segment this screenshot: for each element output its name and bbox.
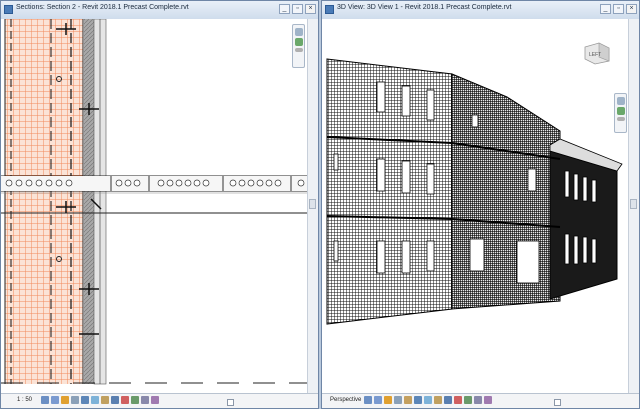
viewcube[interactable]: LEFT <box>583 39 611 65</box>
highlight-displacement-icon[interactable] <box>151 396 159 404</box>
3d-view-canvas[interactable] <box>322 19 629 394</box>
zoom-region-icon[interactable] <box>294 38 303 46</box>
temp-hide-icon[interactable] <box>111 396 119 404</box>
navigation-bar <box>614 93 627 133</box>
steering-wheel-icon[interactable] <box>616 97 625 105</box>
viewcube-face-label: LEFT <box>589 52 601 58</box>
3d-view-window[interactable]: 3D View: 3D View 1 - Revit 2018.1 Precas… <box>321 0 640 409</box>
steering-wheel-icon[interactable] <box>294 28 303 36</box>
section-view-canvas[interactable] <box>1 19 308 394</box>
visual-style-icon[interactable] <box>374 396 382 404</box>
analytical-model-icon[interactable] <box>141 396 149 404</box>
horizontal-scroll-box[interactable] <box>227 399 234 406</box>
section-view-titlebar[interactable]: Sections: Section 2 - Revit 2018.1 Preca… <box>1 1 318 20</box>
reveal-hidden-icon[interactable] <box>454 396 462 404</box>
highlight-displacement-icon[interactable] <box>484 396 492 404</box>
zoom-menu-icon[interactable] <box>294 48 303 52</box>
analytical-model-icon[interactable] <box>474 396 482 404</box>
3d-view-control-bar: Perspective <box>322 393 639 408</box>
shadows-icon[interactable] <box>394 396 402 404</box>
view-scale[interactable]: 1 : 50 <box>17 397 32 403</box>
lock-view-icon[interactable] <box>101 396 109 404</box>
restore-button[interactable]: ▫ <box>292 4 303 14</box>
section-drawing <box>1 19 308 385</box>
sun-path-icon[interactable] <box>384 396 392 404</box>
scroll-thumb[interactable] <box>630 199 637 209</box>
section-view-control-bar: 1 : 50 <box>1 393 318 408</box>
worksharing-icon[interactable] <box>131 396 139 404</box>
crop-region-icon[interactable] <box>414 396 422 404</box>
minimize-button[interactable]: _ <box>600 4 611 14</box>
3d-view-titlebar[interactable]: 3D View: 3D View 1 - Revit 2018.1 Precas… <box>322 1 639 20</box>
section-navigation-bar <box>292 24 305 68</box>
lock-view-icon[interactable] <box>434 396 442 404</box>
render-icon[interactable] <box>404 396 412 404</box>
right-wing <box>549 150 618 300</box>
detail-level-icon[interactable] <box>41 396 49 404</box>
detail-level-icon[interactable] <box>364 396 372 404</box>
3d-view-title: 3D View: 3D View 1 - Revit 2018.1 Precas… <box>337 4 512 11</box>
3d-vertical-scrollbar[interactable] <box>628 19 639 394</box>
revit-3d-view-icon <box>325 5 334 14</box>
scroll-thumb[interactable] <box>309 199 316 209</box>
restore-button[interactable]: ▫ <box>613 4 624 14</box>
zoom-region-icon[interactable] <box>616 107 625 115</box>
horizontal-scroll-box[interactable] <box>554 399 561 406</box>
zoom-menu-icon[interactable] <box>616 117 625 121</box>
hollow-core-slab <box>1 176 308 191</box>
section-vertical-scrollbar[interactable] <box>307 19 318 394</box>
section-view-window[interactable]: Sections: Section 2 - Revit 2018.1 Preca… <box>0 0 319 409</box>
show-crop-icon[interactable] <box>424 396 432 404</box>
close-button[interactable]: × <box>305 4 316 14</box>
shadows-icon[interactable] <box>71 396 79 404</box>
visual-style-icon[interactable] <box>51 396 59 404</box>
close-button[interactable]: × <box>626 4 637 14</box>
projection-mode[interactable]: Perspective <box>330 397 361 403</box>
section-view-title: Sections: Section 2 - Revit 2018.1 Preca… <box>16 4 189 11</box>
temp-hide-icon[interactable] <box>444 396 452 404</box>
minimize-button[interactable]: _ <box>279 4 290 14</box>
revit-view-icon <box>4 5 13 14</box>
reveal-hidden-icon[interactable] <box>121 396 129 404</box>
sun-path-icon[interactable] <box>61 396 69 404</box>
building-3d-model <box>322 58 629 350</box>
side-facade <box>451 73 561 310</box>
crop-region-icon[interactable] <box>81 396 89 404</box>
worksharing-icon[interactable] <box>464 396 472 404</box>
show-crop-icon[interactable] <box>91 396 99 404</box>
